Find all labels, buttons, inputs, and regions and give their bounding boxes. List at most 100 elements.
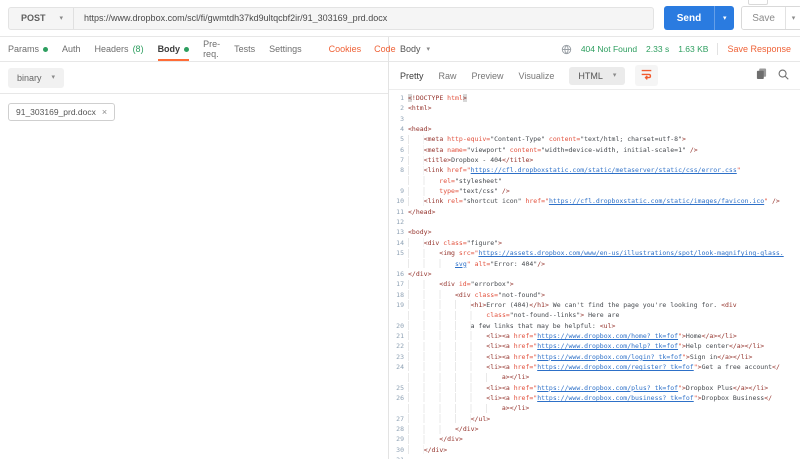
url-control: POST ▾ — [8, 6, 654, 30]
save-options-button[interactable]: ▾ — [785, 7, 800, 29]
code-line: a></li> — [389, 403, 800, 413]
view-tab-raw[interactable]: Raw — [439, 71, 457, 81]
code-line: 26 <li><a href="https://www.dropbox.com/b… — [389, 393, 800, 403]
code-line: rel="stylesheet" — [389, 176, 800, 186]
indent-guides — [408, 155, 424, 165]
send-button-group: Send ▾ — [663, 6, 735, 30]
line-number: 15 — [396, 249, 404, 258]
code-line: 11 </head> — [389, 207, 800, 217]
code-line: 31 — [389, 455, 800, 459]
indent-guides — [408, 248, 440, 258]
line-number: 22 — [396, 342, 404, 351]
response-code-viewer[interactable]: 1 <!DOCTYPE html> 2 <html> 3 4 <head> 5 <meta ht… — [389, 90, 800, 459]
line-number: 30 — [396, 445, 404, 454]
code-line: 23 <li><a href="https://www.dropbox.com/l… — [389, 352, 800, 362]
response-body-label: Body — [400, 44, 421, 54]
indent-guides — [408, 321, 471, 331]
indent-guides — [408, 445, 424, 455]
line-number: 8 — [400, 166, 404, 175]
line-number: 29 — [396, 435, 404, 444]
tab-params[interactable]: Params — [8, 37, 49, 61]
code-line: 2 <html> — [389, 103, 800, 113]
headers-count-badge: (8) — [132, 44, 144, 54]
line-number: 24 — [396, 362, 404, 371]
tab-settings[interactable]: Settings — [269, 37, 302, 61]
line-number: 21 — [396, 331, 404, 340]
code-line: 3 — [389, 114, 800, 124]
view-tab-preview[interactable]: Preview — [472, 71, 504, 81]
save-response-link[interactable]: Save Response — [727, 44, 791, 54]
file-name: 91_303169_prd.docx — [16, 107, 96, 117]
indent-guides — [408, 331, 487, 341]
code-line: 24 <li><a href="https://www.dropbox.com/r… — [389, 362, 800, 372]
response-time[interactable]: 2.33 s — [646, 44, 669, 54]
response-body-selector[interactable]: Body ▾ — [400, 44, 430, 54]
code-line: 22 <li><a href="https://www.dropbox.com/h… — [389, 341, 800, 351]
tab-pre-request[interactable]: Pre-req. — [203, 37, 220, 61]
line-number: 16 — [396, 269, 404, 278]
line-number: 26 — [396, 393, 404, 402]
request-tabs: Params Auth Headers (8) Body Pre-req. Te… — [0, 37, 396, 62]
wrap-text-button[interactable] — [635, 65, 659, 86]
tab-headers[interactable]: Headers (8) — [95, 37, 144, 61]
chevron-down-icon: ▾ — [51, 74, 56, 81]
response-status-cluster: 404 Not Found 2.33 s 1.63 KB Save Respon… — [561, 43, 791, 55]
tab-auth[interactable]: Auth — [62, 37, 81, 61]
wrap-text-icon — [640, 68, 653, 83]
file-chip[interactable]: 91_303169_prd.docx × — [8, 103, 116, 121]
line-number: 6 — [400, 145, 404, 154]
indent-guides — [408, 403, 502, 413]
response-size[interactable]: 1.63 KB — [678, 44, 708, 54]
network-icon — [561, 44, 572, 55]
indent-guides — [408, 134, 424, 144]
send-options-button[interactable]: ▾ — [714, 6, 735, 30]
method-label: POST — [21, 13, 46, 23]
line-number: 20 — [396, 321, 404, 330]
view-tab-pretty[interactable]: Pretty — [400, 71, 424, 81]
url-input[interactable] — [74, 7, 653, 29]
body-type-row: binary ▾ — [0, 62, 388, 94]
file-chip-row: 91_303169_prd.docx × — [0, 94, 388, 129]
request-pane: Params Auth Headers (8) Body Pre-req. Te… — [0, 37, 396, 459]
indent-guides — [408, 259, 455, 268]
line-number: 25 — [396, 383, 404, 392]
chevron-down-icon: ▾ — [722, 15, 727, 22]
indent-guides — [408, 165, 424, 175]
tab-body[interactable]: Body — [158, 37, 190, 61]
tab-label: Params — [8, 44, 40, 54]
cookies-link[interactable]: Cookies — [329, 44, 362, 54]
search-button[interactable] — [778, 68, 789, 83]
line-number: 11 — [396, 207, 404, 216]
code-line: svg" alt="Error: 404"/> — [389, 259, 800, 269]
tab-label: Headers — [94, 44, 129, 54]
tab-label: Auth — [62, 44, 81, 54]
view-tab-visualize[interactable]: Visualize — [519, 71, 555, 81]
green-dot-icon — [184, 46, 190, 52]
code-line: 28 </div> — [389, 424, 800, 434]
line-number: 13 — [396, 228, 404, 237]
save-button[interactable]: Save — [742, 7, 785, 29]
indent-guides — [408, 414, 471, 424]
status-badge[interactable]: 404 Not Found — [581, 44, 637, 54]
send-button[interactable]: Send — [663, 6, 715, 30]
method-selector[interactable]: POST ▾ — [9, 7, 75, 29]
body-type-selector[interactable]: binary ▾ — [8, 67, 65, 88]
chevron-down-icon: ▾ — [612, 72, 617, 79]
code-line: 27 </ul> — [389, 414, 800, 424]
tab-tests[interactable]: Tests — [234, 37, 255, 61]
tab-label: Pre-req. — [203, 39, 221, 59]
line-number: 2 — [400, 104, 404, 113]
save-button-group: Save ▾ — [741, 6, 800, 30]
code-line: 18 <div class="not-found"> — [389, 290, 800, 300]
cropped-ui-fragment — [748, 0, 768, 5]
line-number: 5 — [400, 135, 404, 144]
response-view-toolbar: Pretty Raw Preview Visualize HTML ▾ — [389, 62, 800, 90]
language-selector[interactable]: HTML ▾ — [569, 66, 626, 85]
line-number: 19 — [396, 300, 404, 309]
close-icon[interactable]: × — [102, 107, 107, 117]
code-line: 12 — [389, 217, 800, 227]
code-line: 4 <head> — [389, 124, 800, 134]
copy-button[interactable] — [756, 68, 767, 83]
tab-label: Tests — [234, 44, 256, 54]
code-line: 9 type="text/css" /> — [389, 186, 800, 196]
